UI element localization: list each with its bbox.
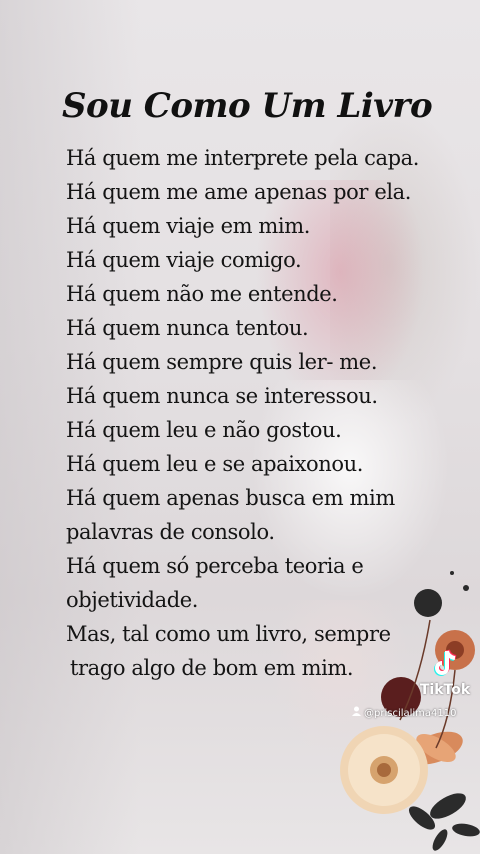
tiktok-logo-icon <box>434 649 457 676</box>
poem-line: palavras de consolo. <box>66 520 275 544</box>
page-title: Sou Como Um Livro <box>62 86 433 126</box>
poem-line: Há quem sempre quis ler- me. <box>66 350 378 374</box>
tiktok-username: @priscilalima4110 <box>352 706 457 719</box>
poem-line: Há quem leu e se apaixonou. <box>66 452 364 476</box>
tiktok-username-label: @priscilalima4110 <box>364 708 457 719</box>
poem-line: Há quem me ame apenas por ela. <box>66 180 412 204</box>
poem-line: Mas, tal como um livro, sempre <box>66 622 391 646</box>
poem-line: Há quem viaje comigo. <box>66 248 302 272</box>
poem-line: Há quem só perceba teoria e <box>66 554 364 578</box>
tiktok-brand-label: TikTok <box>419 682 471 698</box>
person-icon <box>352 706 361 716</box>
poem-line: Há quem me interprete pela capa. <box>66 146 420 170</box>
poem-line: Há quem nunca se interessou. <box>66 384 378 408</box>
poem-line: Há quem viaje em mim. <box>66 214 311 238</box>
tiktok-watermark: TikTok <box>414 648 476 698</box>
poem-line: Há quem leu e não gostou. <box>66 418 342 442</box>
poem-line: trago algo de bom em mim. <box>70 656 354 680</box>
poem-line: Há quem nunca tentou. <box>66 316 309 340</box>
poem-line: Há quem não me entende. <box>66 282 338 306</box>
poem-text: Há quem me interprete pela capa. Há quem… <box>66 141 466 685</box>
poem-line: Há quem apenas busca em mim <box>66 486 395 510</box>
poem-line: objetividade. <box>66 588 199 612</box>
